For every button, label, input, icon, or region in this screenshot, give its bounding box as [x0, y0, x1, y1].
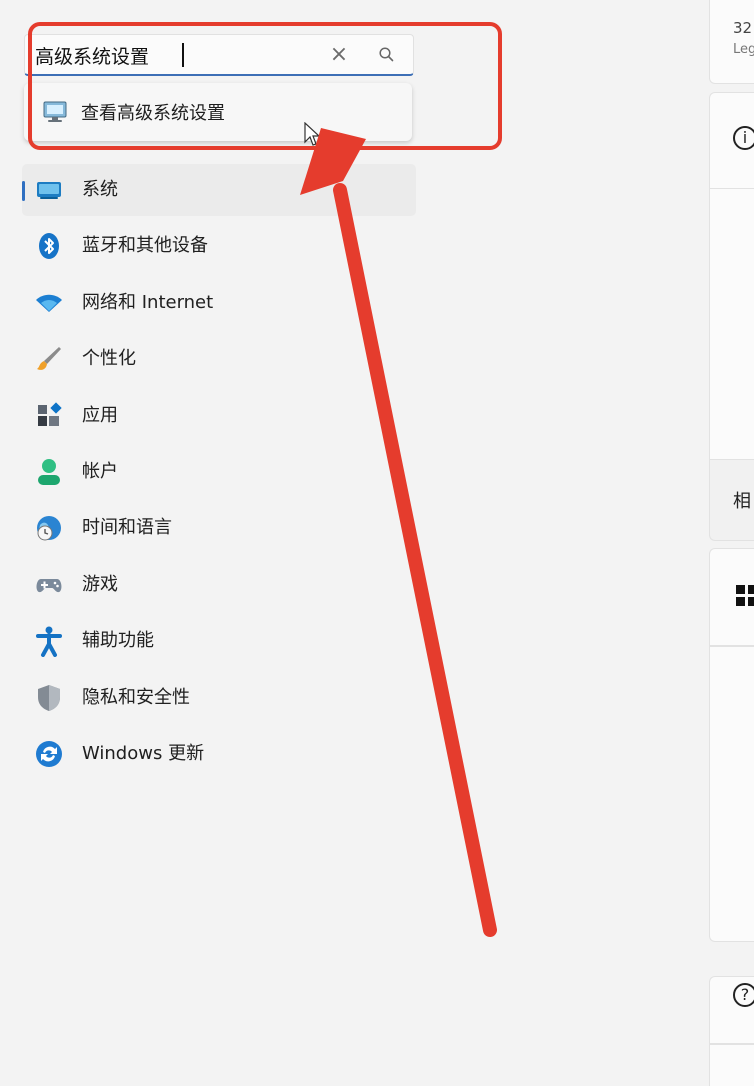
time-language-icon: [34, 513, 64, 543]
right-device-details-card: [709, 189, 754, 459]
sidebar-item-accounts[interactable]: 帐户: [22, 446, 416, 498]
sidebar-item-gaming[interactable]: 游戏: [22, 559, 416, 611]
wifi-icon: [34, 288, 64, 318]
brush-icon: [34, 344, 64, 374]
sidebar-item-label: 隐私和安全性: [82, 686, 190, 708]
sidebar-item-label: 帐户: [82, 460, 118, 482]
sidebar-item-accessibility[interactable]: 辅助功能: [22, 615, 416, 667]
related-section-heading: 相: [733, 491, 751, 512]
settings-navigation: 系统 蓝牙和其他设备 网络和 Internet 个性化 应用 帐户 时间和语言 …: [22, 164, 416, 784]
settings-window: × 查看高级系统设置: [0, 0, 754, 1086]
sidebar-item-privacy-security[interactable]: 隐私和安全性: [22, 672, 416, 724]
text-cursor: [182, 43, 184, 67]
account-icon: [34, 457, 64, 487]
windows-logo-icon: [736, 585, 754, 606]
right-summary-subtitle: Leg: [733, 42, 754, 57]
search-magnifier-icon: [378, 46, 393, 61]
search-suggestion-advanced-system-settings[interactable]: 查看高级系统设置: [24, 83, 412, 141]
right-lower-card[interactable]: [709, 1044, 754, 1086]
system-display-icon: [34, 175, 64, 205]
sidebar-item-label: 时间和语言: [82, 517, 172, 539]
accessibility-icon: [34, 626, 64, 658]
sidebar-item-label: 辅助功能: [82, 630, 154, 652]
clear-search-icon[interactable]: ×: [327, 42, 351, 67]
sidebar-item-label: 系统: [82, 179, 118, 200]
sidebar-item-time-language[interactable]: 时间和语言: [22, 502, 416, 554]
sidebar-item-label: 网络和 Internet: [82, 291, 214, 313]
sidebar-item-apps[interactable]: 应用: [22, 390, 416, 442]
search-input[interactable]: [35, 41, 325, 69]
gaming-controller-icon: [34, 570, 64, 600]
active-indicator: [22, 181, 25, 201]
search-icon[interactable]: [374, 42, 398, 66]
sidebar-item-bluetooth-devices[interactable]: 蓝牙和其他设备: [22, 220, 416, 272]
sidebar-item-label: 游戏: [82, 573, 118, 595]
sidebar-item-label: 应用: [82, 404, 118, 426]
sidebar-item-label: 蓝牙和其他设备: [82, 235, 208, 257]
sidebar-item-personalization[interactable]: 个性化: [22, 333, 416, 385]
sidebar-item-label: 个性化: [82, 348, 136, 370]
sidebar-item-network-internet[interactable]: 网络和 Internet: [22, 277, 416, 329]
computer-settings-icon: [42, 99, 68, 125]
apps-icon: [34, 401, 64, 431]
shield-icon: [34, 683, 64, 713]
info-icon: i: [733, 126, 754, 150]
help-icon: ?: [733, 983, 754, 1007]
windows-update-icon: [34, 739, 64, 769]
right-windows-details-card: [709, 646, 754, 942]
right-summary-value: 32: [733, 19, 753, 37]
sidebar-item-windows-update[interactable]: Windows 更新: [22, 728, 416, 780]
suggestion-label: 查看高级系统设置: [81, 103, 225, 124]
settings-search-box[interactable]: ×: [24, 34, 414, 76]
sidebar-item-system[interactable]: 系统: [22, 164, 416, 216]
bluetooth-icon: [34, 231, 64, 261]
sidebar-item-label: Windows 更新: [82, 742, 205, 764]
